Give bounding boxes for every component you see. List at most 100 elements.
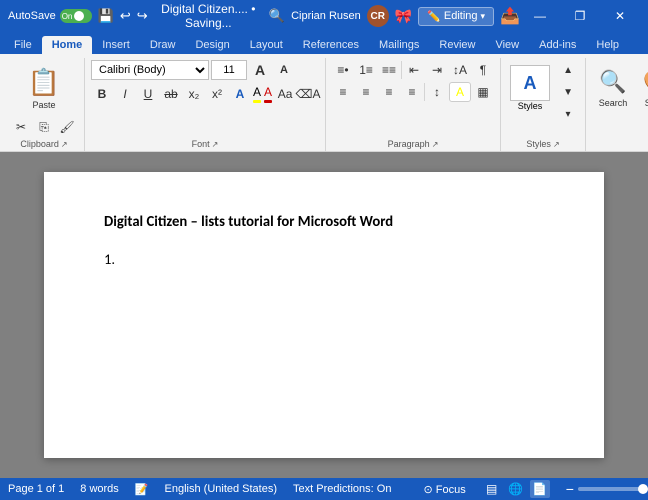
format-painter-button[interactable]: 🖌 xyxy=(56,117,78,137)
shading-button[interactable]: A xyxy=(449,82,471,102)
autosave-toggle[interactable]: On xyxy=(60,9,92,23)
change-case-button[interactable]: Aa xyxy=(274,84,296,104)
font-color-icon: A xyxy=(264,85,272,99)
zoom-slider[interactable] xyxy=(578,487,648,491)
zoom-area: − + 100% xyxy=(566,482,648,496)
read-mode-button[interactable]: 📄 xyxy=(530,480,550,498)
clear-formatting-button[interactable]: ⌫A xyxy=(297,84,319,104)
borders-button[interactable]: ▦ xyxy=(472,82,494,102)
tab-design[interactable]: Design xyxy=(185,36,239,54)
page-count[interactable]: Page 1 of 1 xyxy=(8,483,64,495)
tab-help[interactable]: Help xyxy=(586,36,629,54)
editor-find-button[interactable]: 🔍 Search xyxy=(592,60,634,116)
print-layout-button[interactable]: ▤ xyxy=(482,480,502,498)
web-layout-button[interactable]: 🌐 xyxy=(506,480,526,498)
search-icon[interactable]: 🔍 xyxy=(269,8,285,24)
minimize-button[interactable]: — xyxy=(520,0,560,32)
increase-indent-button[interactable]: ⇥ xyxy=(426,60,448,80)
toggle-knob xyxy=(74,11,84,21)
styles-preview-text: A xyxy=(524,73,537,94)
align-right-button[interactable]: ≡ xyxy=(378,82,400,102)
word-count[interactable]: 8 words xyxy=(80,483,119,495)
font-content: Calibri (Body) A A B I U ab x₂ x² A A xyxy=(91,60,319,139)
text-predictions[interactable]: Text Predictions: On xyxy=(293,483,391,495)
paragraph-label: Paragraph xyxy=(388,139,430,149)
ribbon-icon[interactable]: 🎀 xyxy=(395,8,412,25)
list-row: ≡• 1≡ ≡≡ ⇤ ⇥ ↕A ¶ xyxy=(332,60,494,80)
font-color-button[interactable]: A xyxy=(263,84,273,104)
editing-badge[interactable]: ✏️ Editing ▾ xyxy=(418,7,494,26)
bold-button[interactable]: B xyxy=(91,84,113,104)
clipboard-expand-icon[interactable]: ↗ xyxy=(61,140,68,149)
show-marks-button[interactable]: ¶ xyxy=(472,60,494,80)
redo-icon[interactable]: ↪ xyxy=(137,8,148,24)
font-size-increase-button[interactable]: A xyxy=(249,60,271,80)
paste-label: Paste xyxy=(32,100,55,110)
view-icons: ▤ 🌐 📄 xyxy=(482,480,550,498)
tab-mailings[interactable]: Mailings xyxy=(369,36,429,54)
tab-file[interactable]: File xyxy=(4,36,42,54)
styles-more-button[interactable]: ▾ xyxy=(557,104,579,124)
user-avatar[interactable]: CR xyxy=(367,5,389,27)
font-color-bar xyxy=(264,100,272,103)
proofing-icon[interactable]: 📝 xyxy=(135,483,149,496)
close-button[interactable]: ✕ xyxy=(600,0,640,32)
font-size-decrease-button[interactable]: A xyxy=(273,60,295,80)
strikethrough-button[interactable]: ab xyxy=(160,84,182,104)
justify-button[interactable]: ≡ xyxy=(401,82,423,102)
tab-addins[interactable]: Add-ins xyxy=(529,36,586,54)
document-page[interactable]: Digital Citizen – lists tutorial for Mic… xyxy=(44,172,604,458)
text-highlight-button[interactable]: A xyxy=(252,84,262,104)
cut-button[interactable]: ✂ xyxy=(10,117,32,137)
highlight-icon: A xyxy=(253,85,261,99)
save-icon[interactable]: 💾 xyxy=(98,8,114,24)
tab-home[interactable]: Home xyxy=(42,36,93,54)
decrease-indent-button[interactable]: ⇤ xyxy=(403,60,425,80)
styles-expand-icon[interactable]: ↗ xyxy=(553,140,560,149)
styles-button[interactable]: A Styles xyxy=(507,60,553,116)
subscript-button[interactable]: x₂ xyxy=(183,84,205,104)
styles-down-button[interactable]: ▼ xyxy=(557,82,579,102)
styles-up-button[interactable]: ▲ xyxy=(557,60,579,80)
paste-button[interactable]: 📋 Paste xyxy=(23,60,65,116)
restore-button[interactable]: ❐ xyxy=(560,0,600,32)
separator1 xyxy=(401,61,402,79)
autosave-label: AutoSave xyxy=(8,10,56,22)
font-name-select[interactable]: Calibri (Body) xyxy=(91,60,209,80)
highlight-color-bar xyxy=(253,100,261,103)
paragraph-expand-icon[interactable]: ↗ xyxy=(432,140,439,149)
text-effects-button[interactable]: A xyxy=(229,84,251,104)
font-expand-icon[interactable]: ↗ xyxy=(212,140,219,149)
font-size-input[interactable] xyxy=(211,60,247,80)
multilevel-list-button[interactable]: ≡≡ xyxy=(378,60,400,80)
bullets-button[interactable]: ≡• xyxy=(332,60,354,80)
align-row: ≡ ≡ ≡ ≡ ↕ A ▦ xyxy=(332,82,494,102)
tab-layout[interactable]: Layout xyxy=(240,36,293,54)
align-left-button[interactable]: ≡ xyxy=(332,82,354,102)
tab-draw[interactable]: Draw xyxy=(140,36,186,54)
voice-content: 🔍 Search 🎨 Styles 🎙 Dictate ✒ Editor xyxy=(592,60,648,139)
italic-button[interactable]: I xyxy=(114,84,136,104)
autosave-area: AutoSave On xyxy=(8,9,92,23)
sort-button[interactable]: ↕A xyxy=(449,60,471,80)
undo-icon[interactable]: ↩ xyxy=(120,8,131,24)
copy-button[interactable]: ⎘ xyxy=(33,117,55,137)
styles-ribbon-button[interactable]: 🎨 Styles xyxy=(636,60,648,116)
tab-references[interactable]: References xyxy=(293,36,369,54)
zoom-out-button[interactable]: − xyxy=(566,482,574,496)
share-icon[interactable]: 📤 xyxy=(500,6,520,26)
line-spacing-button[interactable]: ↕ xyxy=(426,82,448,102)
tab-insert[interactable]: Insert xyxy=(92,36,140,54)
underline-button[interactable]: U xyxy=(137,84,159,104)
align-center-button[interactable]: ≡ xyxy=(355,82,377,102)
font-label: Font xyxy=(192,139,210,149)
tab-view[interactable]: View xyxy=(485,36,529,54)
zoom-thumb xyxy=(638,484,648,494)
font-label-row: Font ↗ xyxy=(91,139,319,149)
superscript-button[interactable]: x² xyxy=(206,84,228,104)
language[interactable]: English (United States) xyxy=(165,483,278,495)
numbering-button[interactable]: 1≡ xyxy=(355,60,377,80)
tab-review[interactable]: Review xyxy=(429,36,485,54)
focus-label[interactable]: ⊙ Focus xyxy=(423,483,465,496)
separator2 xyxy=(424,83,425,101)
